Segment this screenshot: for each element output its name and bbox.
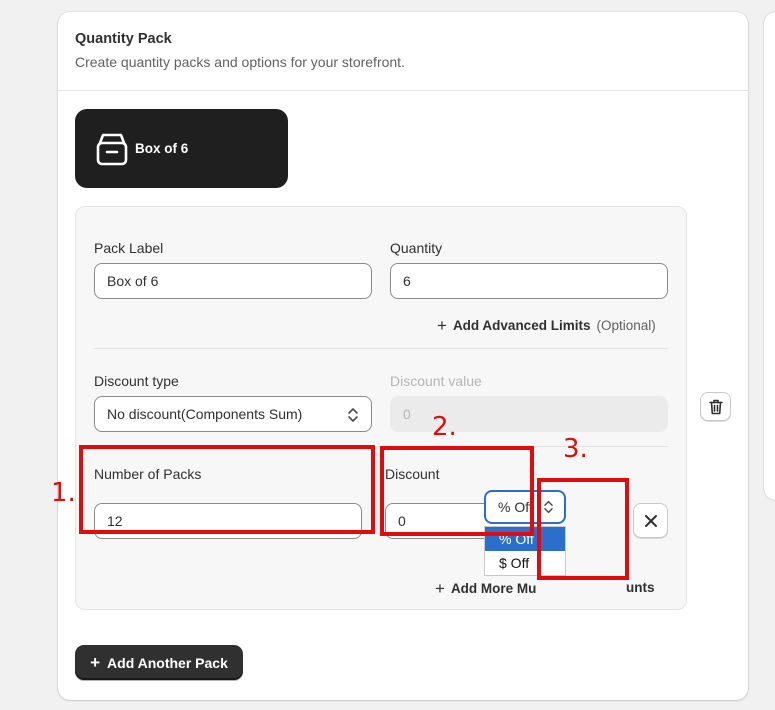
- quantity-pack-card: Quantity Pack Create quantity packs and …: [58, 12, 748, 700]
- add-more-label: Add More Mu: [450, 581, 537, 596]
- select-chevron-icon: [348, 408, 358, 422]
- quantity-input[interactable]: 6: [390, 263, 668, 299]
- discount-type-value: No discount(Components Sum): [107, 406, 303, 422]
- trash-icon: [708, 399, 723, 414]
- box-icon: [96, 133, 128, 165]
- optional-label: (Optional): [596, 318, 656, 333]
- annotation-box: [537, 478, 629, 580]
- pack-label-input[interactable]: Box of 6: [94, 263, 372, 299]
- plus-icon: +: [90, 653, 101, 672]
- card-header: Quantity Pack Create quantity packs and …: [58, 12, 748, 91]
- discount-type-select[interactable]: No discount(Components Sum): [94, 396, 372, 432]
- add-another-pack-label: Add Another Pack: [107, 654, 228, 671]
- close-icon: [644, 514, 657, 527]
- adjacent-card: [764, 12, 775, 500]
- card-title: Quantity Pack: [75, 31, 172, 47]
- add-another-pack-button[interactable]: + Add Another Pack: [75, 645, 243, 680]
- remove-discount-button[interactable]: [633, 503, 668, 538]
- annotation-number: 3.: [563, 434, 588, 464]
- divider: [94, 348, 668, 349]
- delete-pack-button[interactable]: [700, 392, 731, 421]
- pack-label-label: Pack Label: [94, 240, 164, 256]
- discount-value-label: Discount value: [390, 373, 482, 389]
- plus-icon: +: [435, 579, 445, 598]
- pack-tab-label: Box of 6: [135, 141, 189, 156]
- discount-type-label: Discount type: [94, 373, 179, 389]
- annotation-number: 2.: [432, 412, 457, 442]
- plus-icon: +: [437, 316, 447, 335]
- pack-tab-box-of-6[interactable]: Box of 6: [75, 109, 288, 188]
- add-more-label-tail: unts: [626, 580, 655, 595]
- add-advanced-limits-button[interactable]: + Add Advanced Limits (Optional): [437, 317, 656, 334]
- add-more-discounts-button[interactable]: + Add More Mu: [435, 580, 536, 597]
- card-subtitle: Create quantity packs and options for yo…: [75, 54, 405, 70]
- add-advanced-limits-label: Add Advanced Limits: [452, 318, 591, 333]
- annotation-number: 1.: [51, 478, 76, 508]
- quantity-label: Quantity: [390, 240, 443, 256]
- annotation-box: [79, 445, 375, 534]
- annotation-box: [380, 446, 534, 536]
